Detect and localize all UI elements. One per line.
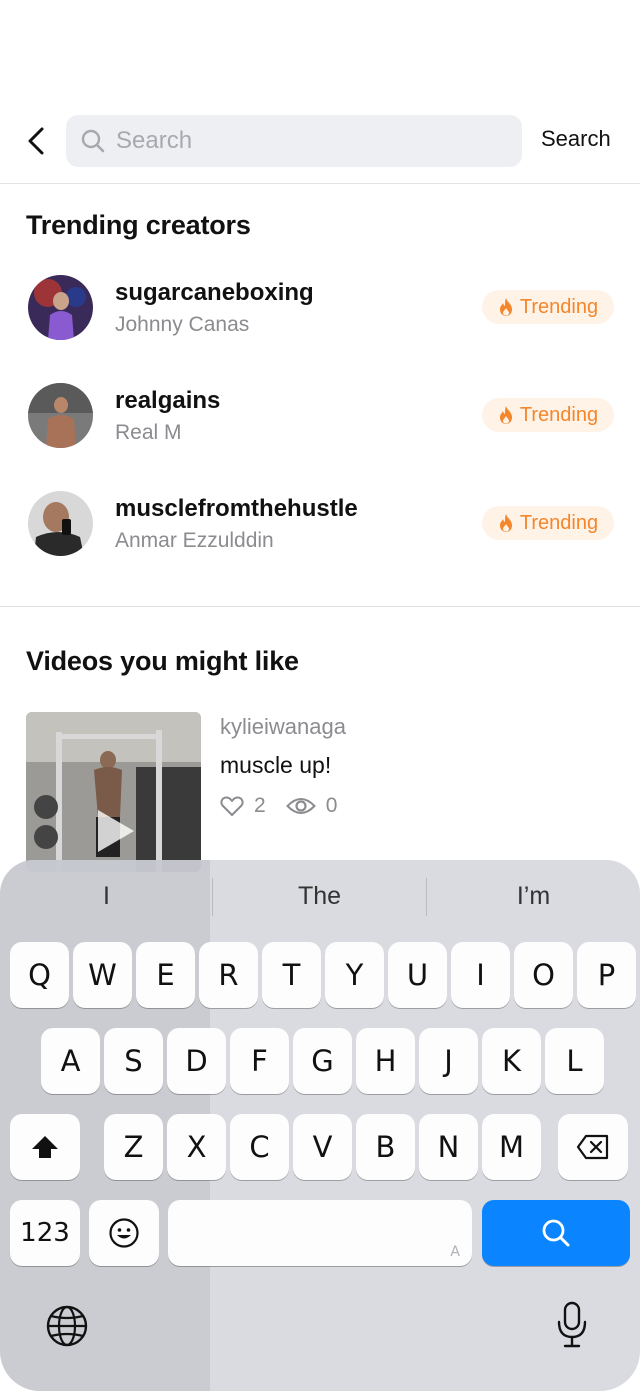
key-n[interactable]: N	[419, 1114, 478, 1180]
key-w[interactable]: W	[73, 942, 132, 1008]
search-submit-button[interactable]: Search	[541, 126, 611, 152]
header-divider	[0, 183, 640, 184]
key-e[interactable]: E	[136, 942, 195, 1008]
flame-icon	[499, 298, 512, 316]
trending-badge: Trending	[482, 290, 614, 324]
trending-badge-label: Trending	[519, 403, 599, 426]
heart-icon	[220, 796, 244, 816]
key-f[interactable]: F	[230, 1028, 289, 1094]
key-z[interactable]: Z	[104, 1114, 163, 1180]
keyboard-search-key[interactable]	[482, 1200, 630, 1266]
flame-icon	[499, 514, 512, 532]
creator-handle: realgains	[115, 387, 221, 414]
video-thumbnail[interactable]	[26, 712, 201, 872]
trending-badge-label: Trending	[519, 511, 599, 534]
creator-row[interactable]: musclefromthehustle Anmar Ezzulddin Tren…	[0, 491, 640, 571]
dictation-button[interactable]	[555, 1300, 589, 1355]
key-b[interactable]: B	[356, 1114, 415, 1180]
suggestion-bar: I The I’m	[0, 860, 640, 935]
globe-icon	[46, 1305, 88, 1347]
back-button[interactable]	[22, 122, 50, 160]
video-stats: 2 0	[220, 794, 357, 818]
key-g[interactable]: G	[293, 1028, 352, 1094]
key-u[interactable]: U	[388, 942, 447, 1008]
suggestion-item[interactable]: I	[0, 882, 213, 911]
key-q[interactable]: Q	[10, 942, 69, 1008]
key-s[interactable]: S	[104, 1028, 163, 1094]
chevron-left-icon	[28, 127, 44, 155]
video-title[interactable]: muscle up!	[220, 752, 331, 779]
numbers-key[interactable]: 123	[10, 1200, 80, 1266]
backspace-icon	[576, 1134, 609, 1160]
key-p[interactable]: P	[577, 942, 636, 1008]
creator-handle: sugarcaneboxing	[115, 279, 314, 306]
space-key-hint: A	[450, 1244, 460, 1260]
creator-name: Johnny Canas	[115, 313, 250, 336]
onscreen-keyboard: I The I’m Q W E R T Y U I O P A S D F G …	[0, 860, 640, 1391]
avatar	[28, 491, 93, 556]
key-v[interactable]: V	[293, 1114, 352, 1180]
backspace-key[interactable]	[558, 1114, 628, 1180]
emoji-key[interactable]	[89, 1200, 159, 1266]
key-j[interactable]: J	[419, 1028, 478, 1094]
search-icon	[542, 1219, 570, 1247]
section-divider	[0, 606, 640, 607]
suggestion-item[interactable]: The	[213, 882, 426, 911]
trending-badge-label: Trending	[519, 295, 599, 318]
key-r[interactable]: R	[199, 942, 258, 1008]
search-input[interactable]	[116, 127, 496, 155]
suggestion-item[interactable]: I’m	[427, 882, 640, 911]
emoji-icon	[109, 1218, 139, 1248]
globe-button[interactable]	[45, 1304, 89, 1353]
key-c[interactable]: C	[230, 1114, 289, 1180]
search-field[interactable]	[66, 115, 522, 167]
key-t[interactable]: T	[262, 942, 321, 1008]
key-a[interactable]: A	[41, 1028, 100, 1094]
search-icon	[81, 129, 105, 153]
like-count: 2	[254, 794, 266, 817]
key-o[interactable]: O	[514, 942, 573, 1008]
videos-section-title: Videos you might like	[26, 646, 299, 676]
creator-row[interactable]: realgains Real M Trending	[0, 383, 640, 463]
key-m[interactable]: M	[482, 1114, 541, 1180]
eye-icon	[285, 798, 316, 814]
creator-name: Anmar Ezzulddin	[115, 529, 274, 552]
avatar	[28, 275, 93, 340]
microphone-icon	[557, 1301, 587, 1348]
view-count: 0	[325, 794, 338, 817]
trending-creators-title: Trending creators	[26, 210, 251, 240]
trending-badge: Trending	[482, 506, 614, 540]
trending-badge: Trending	[482, 398, 614, 432]
creator-name: Real M	[115, 421, 182, 444]
creator-row[interactable]: sugarcaneboxing Johnny Canas Trending	[0, 275, 640, 355]
shift-arrow-icon	[32, 1136, 58, 1158]
avatar	[28, 383, 93, 448]
key-k[interactable]: K	[482, 1028, 541, 1094]
key-y[interactable]: Y	[325, 942, 384, 1008]
space-key[interactable]: A	[168, 1200, 472, 1266]
key-i[interactable]: I	[451, 942, 510, 1008]
key-d[interactable]: D	[167, 1028, 226, 1094]
key-l[interactable]: L	[545, 1028, 604, 1094]
shift-key[interactable]	[10, 1114, 80, 1180]
key-x[interactable]: X	[167, 1114, 226, 1180]
video-username[interactable]: kylieiwanaga	[220, 714, 346, 740]
key-h[interactable]: H	[356, 1028, 415, 1094]
creator-handle: musclefromthehustle	[115, 495, 358, 522]
flame-icon	[499, 406, 512, 424]
